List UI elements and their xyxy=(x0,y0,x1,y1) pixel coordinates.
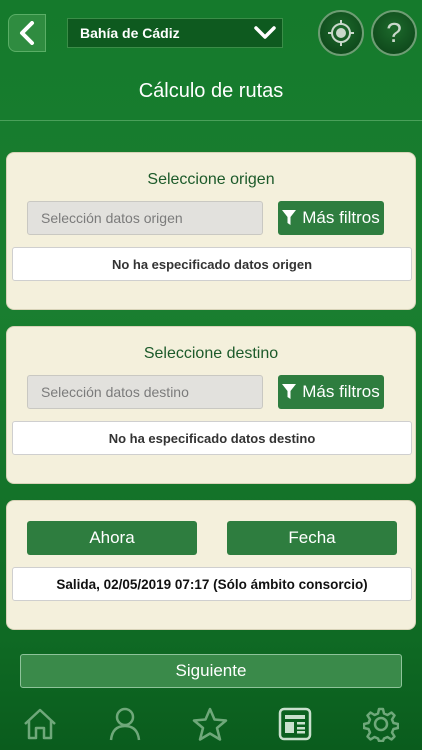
chevron-left-icon xyxy=(20,21,34,45)
nav-settings[interactable] xyxy=(361,704,401,744)
locate-button[interactable] xyxy=(318,10,364,56)
bottom-nav xyxy=(0,700,422,750)
date-button[interactable]: Fecha xyxy=(227,521,397,555)
back-button[interactable] xyxy=(8,14,46,52)
region-select[interactable]: Bahía de Cádiz xyxy=(67,18,283,48)
help-button[interactable]: ? xyxy=(371,10,417,56)
divider xyxy=(0,120,422,121)
now-button[interactable]: Ahora xyxy=(27,521,197,555)
time-card: Ahora Fecha Salida, 02/05/2019 07:17 (Só… xyxy=(6,500,416,630)
page-title: Cálculo de rutas xyxy=(138,80,284,102)
nav-user[interactable] xyxy=(105,704,145,744)
gear-icon xyxy=(363,707,399,742)
destination-select-field[interactable]: Selección datos destino xyxy=(27,375,263,409)
origin-heading: Seleccione origen xyxy=(147,171,275,188)
crosshair-icon xyxy=(328,20,354,46)
star-icon xyxy=(192,707,228,741)
origin-filters-button[interactable]: Más filtros xyxy=(278,201,384,235)
chevron-down-icon xyxy=(254,26,276,39)
origin-info: No ha especificado datos origen xyxy=(12,247,412,281)
nav-home[interactable] xyxy=(20,704,60,744)
help-icon: ? xyxy=(386,17,402,48)
origin-filters-label: Más filtros xyxy=(302,208,380,227)
destination-filters-button[interactable]: Más filtros xyxy=(278,375,384,409)
news-icon xyxy=(278,707,312,741)
origin-select-placeholder: Selección datos origen xyxy=(41,210,183,226)
departure-info: Salida, 02/05/2019 07:17 (Sólo ámbito co… xyxy=(12,567,412,601)
destination-card: Seleccione destino Selección datos desti… xyxy=(6,326,416,484)
origin-select-field[interactable]: Selección datos origen xyxy=(27,201,263,235)
home-icon xyxy=(24,708,56,740)
top-bar: Bahía de Cádiz ? xyxy=(0,0,422,70)
destination-info: No ha especificado datos destino xyxy=(12,421,412,455)
destination-heading: Seleccione destino xyxy=(143,345,279,362)
nav-favorites[interactable] xyxy=(190,704,230,744)
origin-card: Seleccione origen Selección datos origen… xyxy=(6,152,416,310)
region-select-value: Bahía de Cádiz xyxy=(80,25,180,41)
next-button[interactable]: Siguiente xyxy=(20,654,402,688)
filter-icon xyxy=(282,210,297,225)
user-icon xyxy=(109,707,141,741)
nav-news[interactable] xyxy=(275,704,315,744)
filter-icon xyxy=(282,384,297,399)
destination-filters-label: Más filtros xyxy=(302,382,380,401)
destination-select-placeholder: Selección datos destino xyxy=(41,384,189,400)
